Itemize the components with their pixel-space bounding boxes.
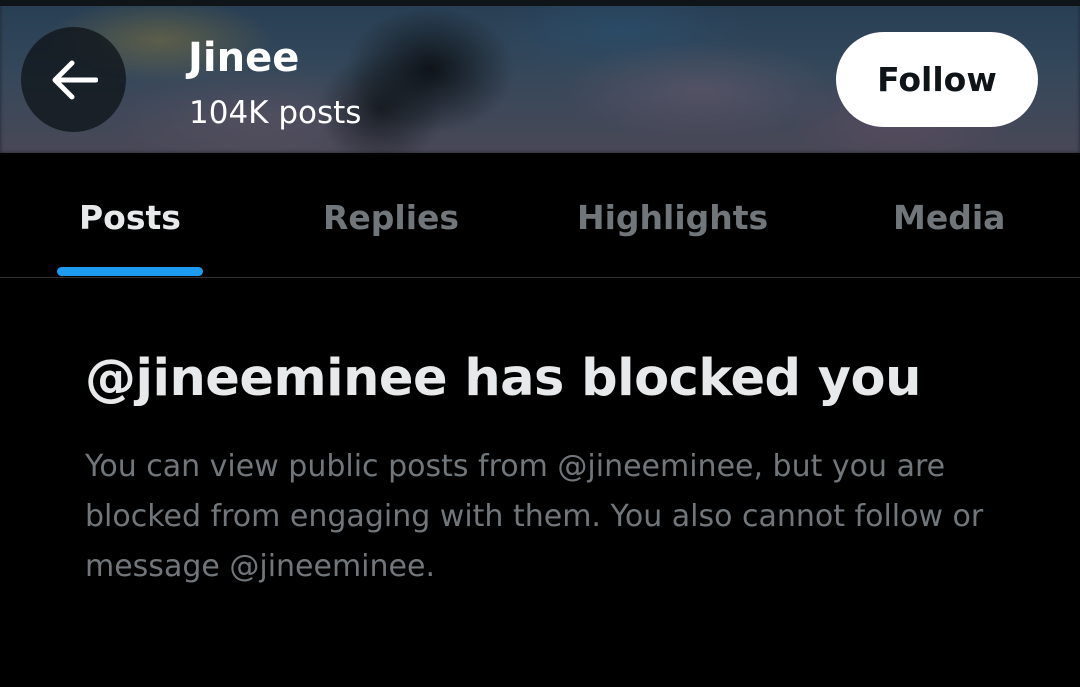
post-count: 104K posts	[189, 95, 362, 131]
follow-button[interactable]: Follow	[836, 32, 1038, 127]
tab-highlights[interactable]: Highlights	[577, 193, 768, 243]
status-edge	[0, 0, 1080, 6]
profile-page: Jinee 104K posts Follow Posts Replies Hi…	[0, 0, 1080, 687]
tab-media[interactable]: Media	[893, 193, 1005, 243]
profile-name: Jinee	[188, 35, 300, 81]
blocked-title: @jineeminee has blocked you	[85, 349, 921, 408]
profile-tabs: Posts Replies Highlights Media	[0, 153, 1080, 278]
tab-posts[interactable]: Posts	[79, 193, 181, 243]
tabs-divider	[0, 277, 1080, 278]
arrow-left-icon	[50, 60, 98, 100]
back-button[interactable]	[21, 27, 126, 132]
profile-header: Jinee 104K posts Follow	[0, 0, 1080, 153]
tab-replies[interactable]: Replies	[323, 193, 459, 243]
blocked-description: You can view public posts from @jineemin…	[85, 449, 984, 584]
active-tab-indicator	[57, 267, 203, 276]
